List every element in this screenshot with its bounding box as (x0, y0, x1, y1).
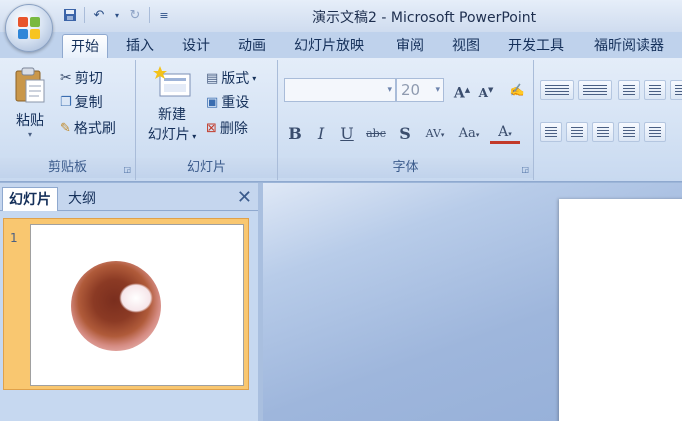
shadow-icon[interactable]: S (394, 122, 416, 146)
cut-button[interactable]: ✂ 剪切 (60, 67, 103, 89)
line-spacing-icon[interactable] (670, 80, 682, 100)
chevron-down-icon[interactable]: ▾ (113, 5, 121, 25)
clear-format-icon[interactable]: ✍ (504, 78, 530, 102)
layout-label: 版式 (221, 71, 250, 87)
tab-animation[interactable]: 动画 (230, 34, 274, 58)
bullets-icon[interactable] (540, 80, 574, 100)
paste-button[interactable]: 粘贴 ▾ (8, 66, 52, 139)
paste-icon (15, 67, 45, 103)
tab-developer[interactable]: 开发工具 (500, 34, 572, 58)
layout-icon: ▤ (206, 70, 219, 86)
undo-icon[interactable]: ↶ (89, 5, 109, 25)
slides-group: 新建 幻灯片 ▾ ▤ 版式 ▾ ▣ 重设 ⊠ 删除 幻灯片 (136, 60, 278, 180)
ribbon-tabs: 开始 插入 设计 动画 幻灯片放映 审阅 视图 开发工具 福昕阅读器 (0, 32, 682, 58)
tab-outline[interactable]: 大纲 (62, 187, 102, 211)
numbering-icon[interactable] (578, 80, 612, 100)
tab-view[interactable]: 视图 (444, 34, 488, 58)
delete-button[interactable]: ⊠ 删除 (206, 117, 248, 139)
change-case-icon[interactable]: Aa▾ (454, 122, 484, 146)
format-painter-button[interactable]: ✎ 格式刷 (60, 117, 116, 139)
close-icon[interactable]: ✕ (237, 187, 252, 208)
dialog-launcher-icon[interactable]: ◲ (521, 165, 529, 174)
format-painter-label: 格式刷 (73, 121, 116, 137)
clipboard-group-label: 剪贴板 (0, 158, 135, 178)
ribbon: 粘贴 ▾ ✂ 剪切 ❐ 复制 ✎ 格式刷 剪贴板 ◲ 新建 幻灯片 ▾ ▤ 版式… (0, 58, 682, 182)
decrease-indent-icon[interactable] (618, 80, 640, 100)
slide-thumbnail-selected[interactable]: 1 (3, 218, 249, 390)
italic-icon[interactable]: I (310, 122, 332, 146)
tab-insert[interactable]: 插入 (118, 34, 162, 58)
underline-icon[interactable]: U (336, 122, 358, 146)
font-size-dropdown[interactable]: 20 ▾ (396, 78, 444, 102)
align-center-icon[interactable] (566, 122, 588, 142)
increase-indent-icon[interactable] (644, 80, 666, 100)
chevron-down-icon: ▾ (387, 85, 392, 95)
align-left-icon[interactable] (540, 122, 562, 142)
scissors-icon: ✂ (60, 70, 72, 86)
tab-slideshow[interactable]: 幻灯片放映 (286, 34, 372, 58)
cut-label: 剪切 (74, 71, 103, 87)
slide-thumbnail-list: 1 (0, 212, 258, 421)
reset-label: 重设 (221, 95, 250, 111)
tab-design[interactable]: 设计 (174, 34, 218, 58)
slides-group-label: 幻灯片 (136, 158, 277, 178)
new-slide-icon (153, 66, 191, 97)
delete-label: 删除 (219, 121, 248, 137)
tab-foxit-reader[interactable]: 福昕阅读器 (586, 34, 672, 58)
save-icon[interactable] (60, 5, 80, 25)
chevron-down-icon: ▾ (435, 85, 440, 95)
character-spacing-icon[interactable]: AV▾ (420, 122, 450, 146)
align-right-icon[interactable] (592, 122, 614, 142)
tab-review[interactable]: 审阅 (388, 34, 432, 58)
tab-slides[interactable]: 幻灯片 (2, 187, 58, 211)
justify-icon[interactable] (618, 122, 640, 142)
font-color-icon[interactable]: A▾ (490, 122, 520, 144)
slide-canvas[interactable] (559, 199, 682, 421)
quick-access-toolbar: ↶ ▾ ↻ ≡ (60, 5, 174, 25)
clipboard-group: 粘贴 ▾ ✂ 剪切 ❐ 复制 ✎ 格式刷 剪贴板 ◲ (0, 60, 136, 180)
brush-icon: ✎ (60, 120, 71, 136)
copy-button[interactable]: ❐ 复制 (60, 91, 103, 113)
toolbar-separator (84, 7, 85, 23)
font-group-label: 字体 (278, 158, 533, 178)
strikethrough-icon[interactable]: abc (362, 122, 390, 146)
columns-icon[interactable] (644, 122, 666, 142)
office-logo-icon (18, 17, 40, 39)
layout-button[interactable]: ▤ 版式 ▾ (206, 67, 256, 89)
pane-tabs: 幻灯片 大纲 ✕ (0, 183, 258, 211)
window-title: 演示文稿2 - Microsoft PowerPoint (312, 10, 537, 26)
shrink-font-icon[interactable]: A▼ (474, 78, 498, 102)
slide-thumbnail[interactable] (30, 224, 244, 386)
tab-home[interactable]: 开始 (62, 34, 108, 58)
reset-button[interactable]: ▣ 重设 (206, 91, 249, 113)
font-size-value: 20 (401, 81, 421, 99)
dialog-launcher-icon[interactable]: ◲ (123, 165, 131, 174)
reset-icon: ▣ (206, 94, 219, 110)
slide-number: 1 (10, 231, 18, 245)
font-group: ▾ 20 ▾ A▲ A▼ ✍ B I U abc S AV▾ Aa▾ A▾ 字体… (278, 60, 534, 180)
grow-font-icon[interactable]: A▲ (450, 78, 474, 102)
chevron-down-icon: ▾ (27, 130, 32, 139)
font-name-dropdown[interactable]: ▾ (284, 78, 396, 102)
office-button[interactable] (5, 4, 53, 52)
new-slide-label-line2: 幻灯片 ▾ (147, 127, 197, 143)
bold-icon[interactable]: B (284, 122, 306, 146)
copy-label: 复制 (74, 95, 103, 111)
title-bar: ↶ ▾ ↻ ≡ 演示文稿2 - Microsoft PowerPoint (0, 0, 682, 32)
new-slide-label-line1: 新建 (158, 107, 186, 123)
paragraph-group (534, 60, 682, 180)
toolbar-separator (149, 7, 150, 23)
chevron-down-icon: ▾ (252, 73, 257, 83)
delete-slide-icon: ⊠ (206, 120, 217, 136)
redo-icon[interactable]: ↻ (125, 5, 145, 25)
slides-pane: 幻灯片 大纲 ✕ 1 (0, 183, 258, 421)
paste-label: 粘贴 (16, 113, 44, 129)
slide-editing-area (263, 183, 682, 421)
new-slide-button[interactable]: 新建 幻灯片 ▾ (140, 66, 204, 144)
circular-photo (71, 261, 161, 351)
customize-icon[interactable]: ≡ (154, 5, 174, 25)
copy-icon: ❐ (60, 94, 72, 110)
